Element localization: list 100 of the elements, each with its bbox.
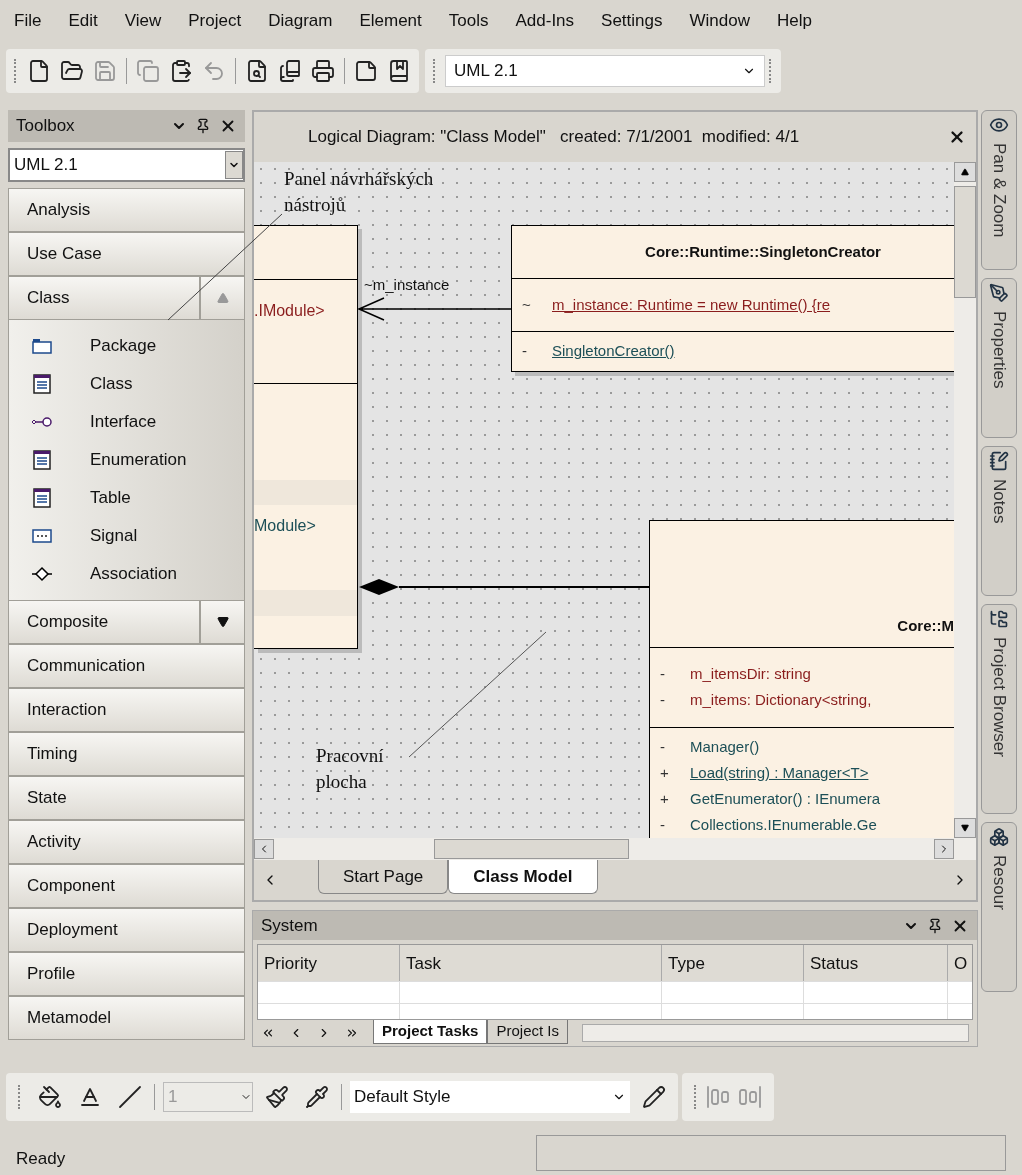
pen-icon [989, 283, 1009, 303]
toolbar-grip[interactable] [433, 59, 437, 83]
toolbox-group[interactable]: Class [8, 276, 200, 320]
pin-icon[interactable] [195, 118, 211, 134]
visibility-symbol: + [659, 762, 670, 783]
side-tab[interactable]: Notes [981, 446, 1017, 596]
side-tab[interactable]: Resour [981, 822, 1017, 992]
toolbox-item[interactable]: Enumeration [9, 441, 244, 479]
scroll-up-button[interactable] [954, 162, 976, 182]
note-text: Pracovní plocha [316, 744, 385, 794]
toolbar-grip[interactable] [14, 59, 18, 83]
class-icon [31, 374, 53, 394]
toolbox-item[interactable]: Table [9, 479, 244, 517]
menu-item[interactable]: Diagram [268, 8, 333, 34]
menu-item[interactable]: View [124, 8, 162, 34]
notebook-icon [989, 451, 1009, 471]
menu-item[interactable]: Tools [448, 8, 489, 34]
vertical-scrollbar[interactable] [954, 162, 976, 838]
pin-icon[interactable] [927, 917, 943, 934]
member-text: m_itemsDir: string [690, 664, 811, 685]
toolbox-group[interactable]: Communication [8, 644, 245, 688]
eye-icon [989, 115, 1009, 135]
toolbox-item[interactable]: Class [9, 365, 244, 403]
toolbox-group[interactable]: State [8, 776, 245, 820]
member-text: GetEnumerator() : IEnumera [690, 788, 881, 809]
panel-tab[interactable]: Project Tasks [373, 1020, 488, 1045]
side-tab[interactable]: Project Browser [981, 604, 1017, 814]
member-text: SingletonCreator() [552, 341, 675, 362]
profile-dropdown[interactable]: UML 2.1 [8, 148, 245, 182]
note-text: Panel návrhářských nástrojů [284, 167, 435, 217]
toolbar-grip[interactable] [18, 1085, 22, 1109]
class-name: Core::M [897, 615, 954, 636]
down-arrow-icon [216, 616, 229, 628]
toolbox-group[interactable]: Timing [8, 732, 245, 776]
toolbox-item[interactable]: Association [9, 555, 244, 593]
side-tab[interactable]: Pan & Zoom [981, 110, 1017, 270]
horizontal-scrollbar[interactable] [582, 1024, 969, 1043]
panel-tab[interactable]: Project Is [487, 1020, 568, 1045]
class-icon [31, 450, 53, 470]
document-tab[interactable]: Start Page [318, 860, 449, 894]
visibility-symbol: ~ [521, 294, 532, 315]
toolbox-item[interactable]: Interface [9, 403, 244, 441]
member-text: Manager() [690, 736, 760, 757]
member-text: .IModule> [254, 302, 325, 319]
toolbox-item[interactable]: Signal [9, 517, 244, 555]
up-arrow-icon [216, 292, 229, 304]
menu-item[interactable]: Project [188, 8, 242, 34]
toolbox-item[interactable]: Package [9, 327, 244, 365]
menu-item[interactable]: Help [777, 8, 812, 34]
class-name: Core::Runtime::SingletonCreator [645, 241, 881, 262]
visibility-symbol: - [659, 690, 666, 711]
document-tab[interactable]: Class Model [448, 860, 598, 894]
toolbox-group[interactable]: Use Case [8, 232, 245, 276]
visibility-symbol: - [659, 736, 666, 757]
toolbox-group[interactable]: Analysis [8, 188, 245, 232]
column-header[interactable]: Priority [258, 945, 400, 982]
toolbox-group[interactable]: Metamodel [8, 996, 245, 1040]
scrollbar-thumb[interactable] [954, 186, 976, 298]
boxes-icon [989, 827, 1009, 847]
toolbar-grip[interactable] [694, 1085, 698, 1109]
scroll-left-button[interactable] [254, 839, 274, 859]
member-text: m_items: Dictionary<string, [690, 690, 872, 711]
profile-dropdown[interactable]: UML 2.1 [445, 55, 765, 87]
toolbox-group[interactable]: Composite [8, 600, 200, 644]
member-text: m_instance: Runtime = new Runtime() {re [552, 294, 831, 315]
menu-item[interactable]: Add-Ins [515, 8, 575, 34]
toolbox-group[interactable]: Component [8, 864, 245, 908]
down-arrow-icon [961, 824, 969, 832]
toolbar-grip[interactable] [769, 59, 773, 83]
toolbox-group[interactable]: Deployment [8, 908, 245, 952]
scroll-down-button[interactable] [954, 818, 976, 838]
close-icon[interactable] [948, 128, 966, 146]
column-header[interactable]: Task [400, 945, 662, 982]
diagram-title: Logical Diagram: "Class Model" created: 7/1/2001 modified: 4/1 [308, 126, 800, 149]
menu-item[interactable]: Element [359, 8, 422, 34]
column-header[interactable]: Type [662, 945, 804, 982]
menu-item[interactable]: Settings [601, 8, 663, 34]
panel-title: Toolbox [16, 115, 75, 138]
toolbox-group[interactable]: Profile [8, 952, 245, 996]
column-header[interactable]: O [948, 945, 972, 982]
folder-icon [31, 336, 53, 356]
member-text: Collections.IEnumerable.Ge [690, 814, 877, 835]
column-header[interactable]: Status [804, 945, 948, 982]
collapse-button[interactable] [200, 276, 245, 320]
connector-label: ~m_instance [364, 275, 450, 295]
class-icon [31, 488, 53, 508]
member-text: Load(string) : Manager<T> [690, 762, 869, 783]
side-tab[interactable]: Properties [981, 278, 1017, 438]
visibility-symbol: + [659, 788, 670, 809]
menu-item[interactable]: Window [689, 8, 750, 34]
diamond-icon [31, 564, 53, 584]
menu-button[interactable] [200, 600, 245, 644]
menu-item[interactable]: File [14, 8, 42, 34]
visibility-symbol: - [659, 814, 666, 835]
toolbox-group[interactable]: Activity [8, 820, 245, 864]
horizontal-scrollbar[interactable] [254, 838, 976, 860]
toolbox-group[interactable]: Interaction [8, 688, 245, 732]
style-dropdown[interactable]: Default Style [350, 1081, 630, 1113]
scrollbar-thumb[interactable] [434, 839, 629, 859]
menu-item[interactable]: Edit [68, 8, 98, 34]
